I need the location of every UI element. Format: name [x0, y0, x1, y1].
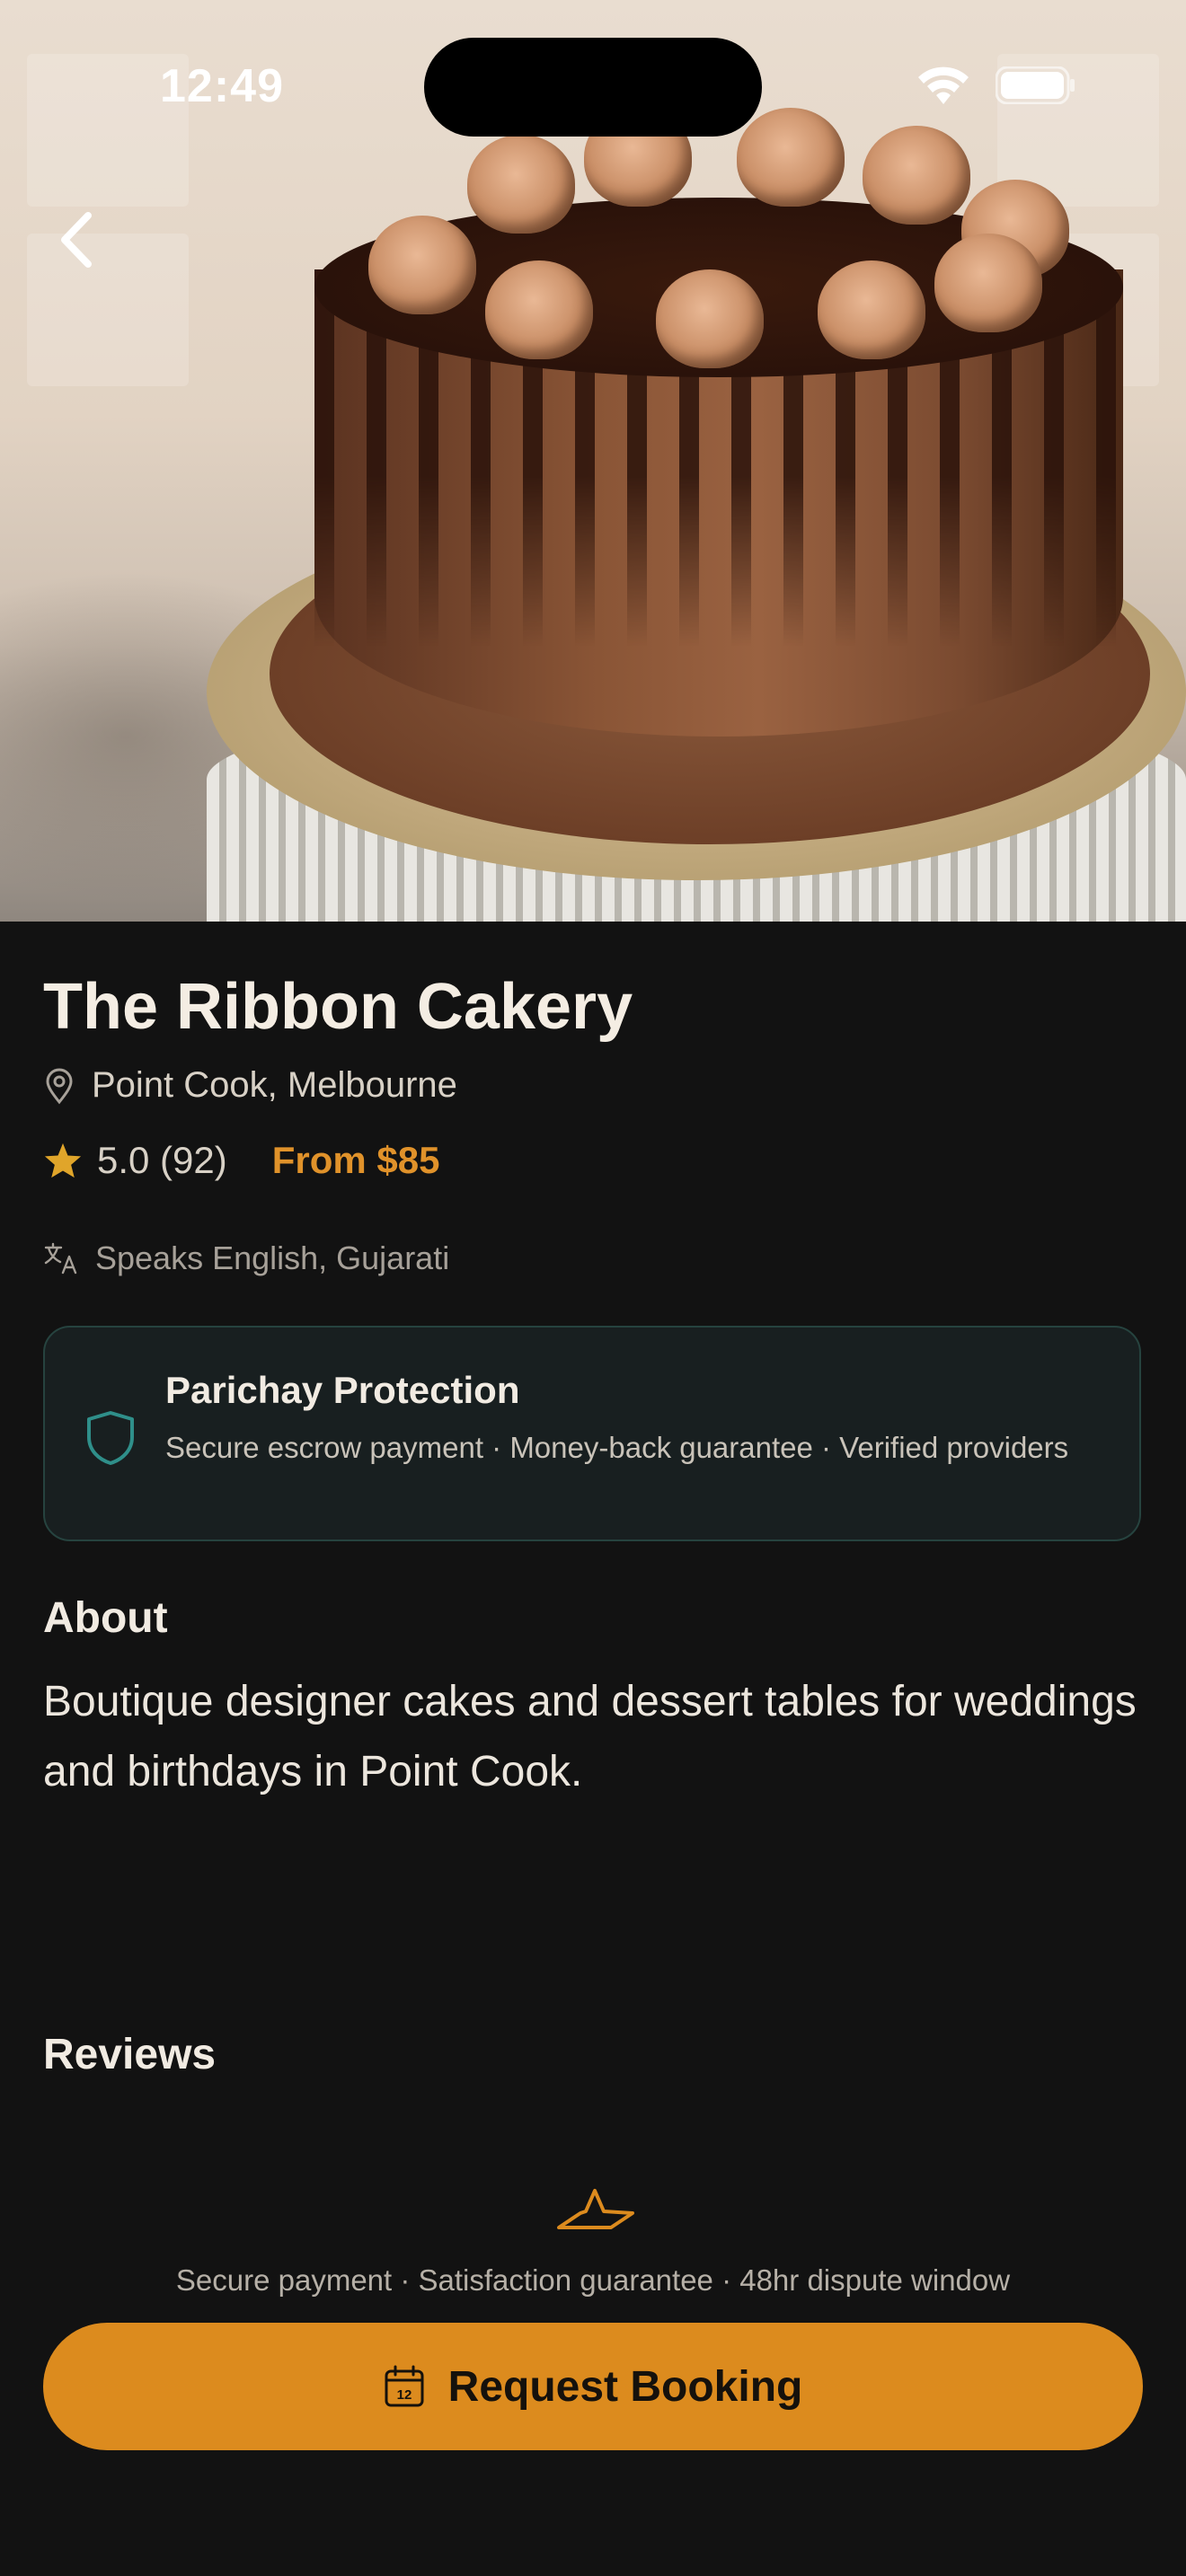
- dynamic-island: [424, 38, 762, 137]
- protection-description: Secure escrow payment · Money-back guara…: [165, 1431, 1069, 1464]
- map-pin-icon: [46, 1068, 73, 1104]
- calendar-day: 12: [396, 2387, 412, 2403]
- status-time: 12:49: [160, 60, 284, 112]
- price-from: From $85: [271, 1139, 440, 1181]
- chevron-left-icon: [61, 212, 92, 268]
- languages: Speaks English, Gujarati: [43, 1239, 449, 1277]
- about-text: Boutique designer cakes and dessert tabl…: [43, 1678, 1137, 1795]
- battery-icon: [996, 66, 1075, 104]
- request-booking-button[interactable]: 12 Request Booking: [43, 2323, 1143, 2450]
- languages-text: Speaks English, Gujarati: [95, 1239, 450, 1276]
- reviews-heading: Reviews: [43, 2031, 217, 2078]
- rating-row: 5.0 (92) From $85: [43, 1139, 440, 1182]
- translate-icon: [44, 1242, 77, 1275]
- vendor-location: Point Cook, Melbourne: [43, 1065, 457, 1106]
- request-booking-label: Request Booking: [447, 2362, 803, 2411]
- location-text: Point Cook, Melbourne: [92, 1065, 457, 1105]
- trust-line: Secure payment · Satisfaction guarantee …: [175, 2263, 1011, 2297]
- rating-value: 5.0 (92): [97, 1139, 227, 1181]
- vendor-title: The Ribbon Cakery: [43, 971, 633, 1043]
- hero-image: [0, 0, 1186, 922]
- back-button[interactable]: [45, 199, 108, 280]
- protection-card[interactable]: Parichay Protection Secure escrow paymen…: [43, 1326, 1141, 1541]
- shield-icon: [87, 1411, 134, 1465]
- star-outline-icon: [557, 2189, 634, 2229]
- star-icon: [44, 1142, 82, 1178]
- calendar-icon: 12: [385, 2365, 424, 2407]
- about-heading: About: [43, 1594, 168, 1642]
- protection-title: Parichay Protection: [165, 1369, 520, 1411]
- wifi-icon: [918, 66, 969, 104]
